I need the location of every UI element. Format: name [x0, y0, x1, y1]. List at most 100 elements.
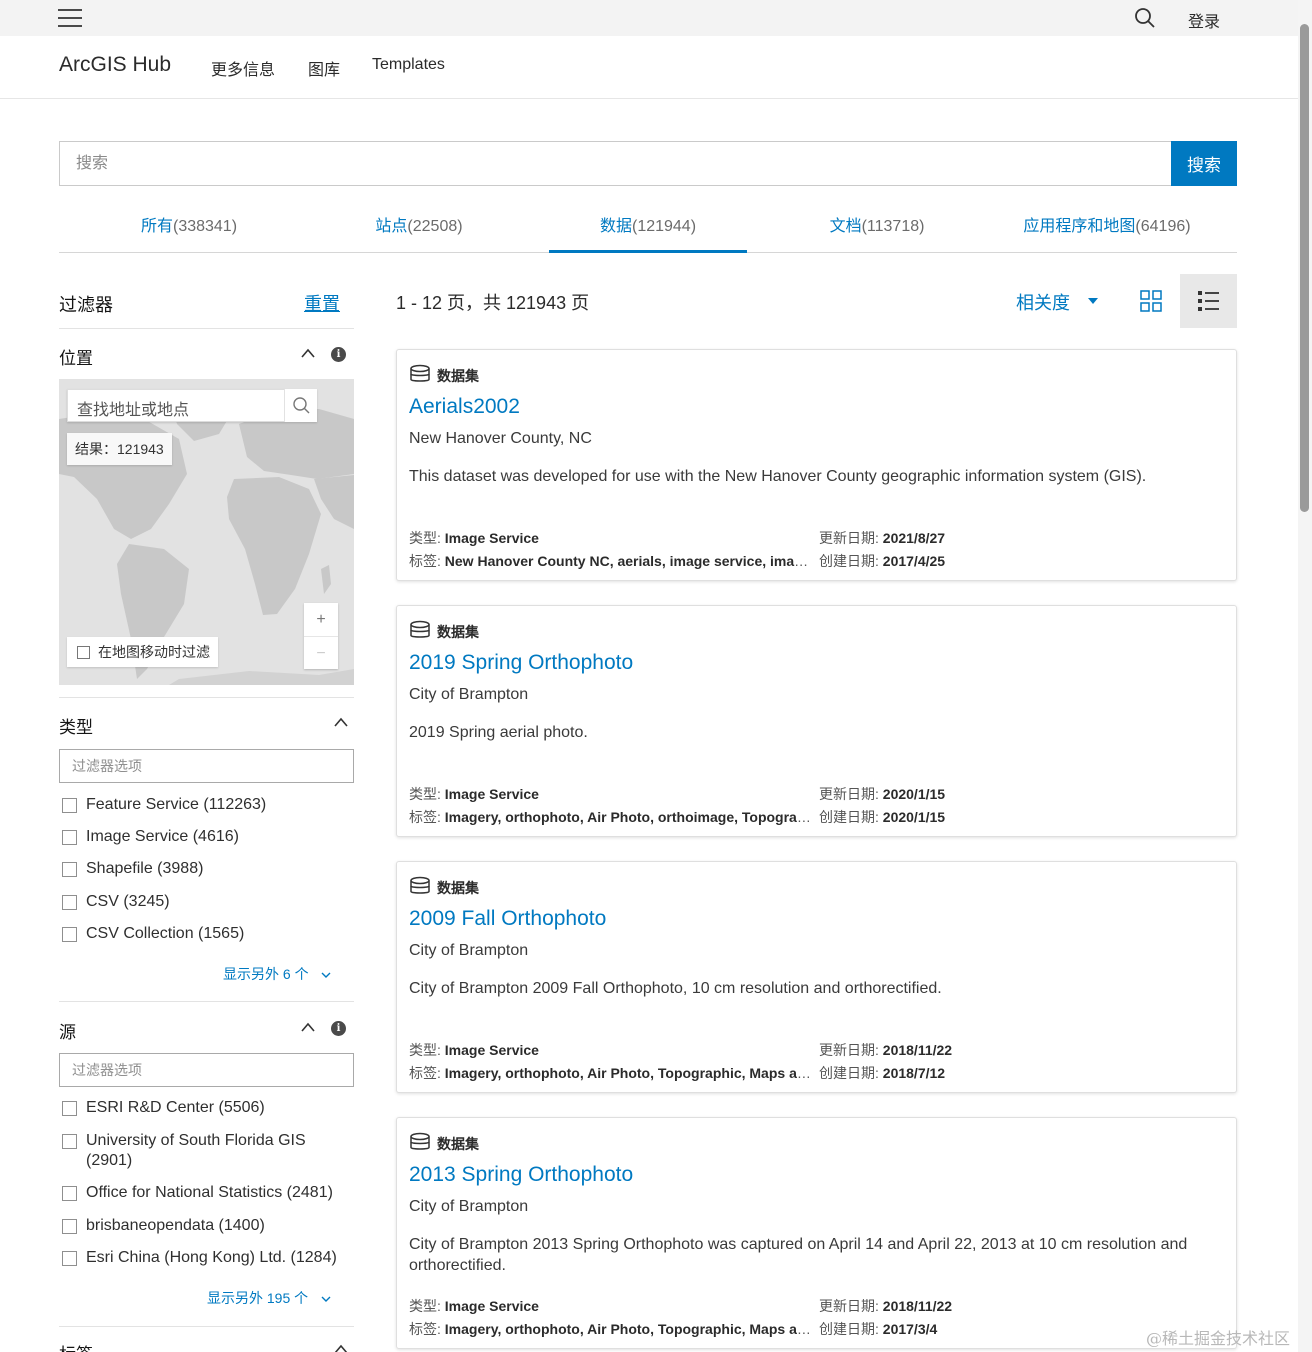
nav-gallery[interactable]: 图库 — [308, 56, 340, 80]
nav-templates[interactable]: Templates — [372, 56, 445, 74]
checkbox[interactable] — [62, 1134, 77, 1149]
caret-down-icon[interactable] — [1088, 298, 1098, 304]
result-card[interactable]: 数据集 Aerials2002 New Hanover County, NC T… — [396, 349, 1237, 581]
section-divider — [59, 1326, 354, 1327]
checkbox[interactable] — [62, 1186, 77, 1201]
section-divider — [59, 697, 354, 698]
chevron-up-icon[interactable] — [334, 1344, 348, 1352]
result-description: City of Brampton 2013 Spring Orthophoto … — [409, 1236, 1188, 1274]
search-icon[interactable] — [1134, 7, 1156, 29]
result-owner: City of Brampton — [409, 1198, 529, 1215]
map-search-button[interactable] — [284, 389, 317, 422]
checkbox[interactable] — [62, 895, 77, 910]
search-icon — [293, 397, 310, 414]
map-zoom-controls: + − — [304, 603, 338, 669]
chevron-down-icon — [321, 1296, 331, 1302]
checkbox[interactable] — [62, 1251, 77, 1266]
type-section-title: 类型 — [59, 718, 93, 737]
watermark-text: @稀土掘金技术社区 — [1146, 1329, 1291, 1348]
result-type-meta: 类型: Image Service — [409, 1042, 539, 1058]
chevron-up-icon[interactable] — [301, 1022, 315, 1032]
category-tabs: 所有(338341) 站点(22508) 数据(121944) 文档(11371… — [59, 205, 1237, 253]
map-results-count: 结果：121943 — [67, 433, 172, 465]
database-icon — [410, 364, 430, 382]
result-tags-meta: 标签: Imagery, orthophoto, Air Photo, orth… — [409, 809, 815, 825]
result-created-meta: 创建日期: 2018/7/12 — [819, 1065, 946, 1081]
zoom-out-button[interactable]: − — [304, 636, 338, 669]
filters-title: 过滤器 — [59, 295, 113, 315]
results-summary: 1 - 12 页，共 121943 页 — [396, 293, 590, 313]
grid-view-button[interactable] — [1124, 274, 1178, 328]
result-title-link[interactable]: Aerials2002 — [409, 395, 520, 419]
result-tags-meta: 标签: New Hanover County NC, aerials, imag… — [409, 553, 815, 569]
result-type-meta: 类型: Image Service — [409, 530, 539, 546]
top-utility-bar: 登录 — [0, 0, 1298, 36]
checkbox[interactable] — [62, 862, 77, 877]
menu-icon[interactable] — [58, 7, 82, 29]
grid-icon — [1140, 290, 1162, 312]
checkbox[interactable] — [77, 646, 90, 659]
database-icon — [410, 1132, 430, 1150]
map-move-filter-toggle[interactable]: 在地图移动时过滤 — [67, 637, 218, 667]
reset-filters-link[interactable]: 重置 — [304, 290, 340, 316]
source-section-title: 源 — [59, 1023, 76, 1042]
result-created-meta: 创建日期: 2017/4/25 — [819, 553, 946, 569]
result-owner: City of Brampton — [409, 942, 529, 959]
nav-more-info[interactable]: 更多信息 — [211, 56, 275, 80]
type-filter-input[interactable] — [59, 749, 354, 783]
result-created-meta: 创建日期: 2017/3/4 — [819, 1321, 938, 1337]
checkbox[interactable] — [62, 1101, 77, 1116]
tab-data[interactable]: 数据(121944) — [549, 205, 747, 253]
source-show-more-link[interactable]: 显示另外 195 个 — [207, 1288, 332, 1308]
result-updated-meta: 更新日期: 2018/11/22 — [819, 1042, 953, 1058]
tab-sites[interactable]: 站点(22508) — [329, 205, 509, 253]
checkbox[interactable] — [62, 1219, 77, 1234]
main-search-input[interactable] — [59, 141, 1172, 186]
result-owner: New Hanover County, NC — [409, 430, 592, 447]
checkbox[interactable] — [62, 798, 77, 813]
result-tags-meta: 标签: Imagery, orthophoto, Air Photo, Topo… — [409, 1321, 815, 1337]
brand-title[interactable]: ArcGIS Hub — [59, 53, 171, 77]
result-owner: City of Brampton — [409, 686, 529, 703]
result-card[interactable]: 数据集 2019 Spring Orthophoto City of Bramp… — [396, 605, 1237, 837]
location-section-title: 位置 — [59, 349, 93, 368]
result-updated-meta: 更新日期: 2020/1/15 — [819, 786, 946, 802]
checkbox[interactable] — [62, 830, 77, 845]
result-created-meta: 创建日期: 2020/1/15 — [819, 809, 946, 825]
result-type-meta: 类型: Image Service — [409, 786, 539, 802]
tags-section-title: 标签 — [59, 1340, 93, 1352]
result-description: City of Brampton 2009 Fall Orthophoto, 1… — [409, 980, 942, 997]
result-updated-meta: 更新日期: 2021/8/27 — [819, 530, 946, 546]
result-card[interactable]: 数据集 2009 Fall Orthophoto City of Brampto… — [396, 861, 1237, 1093]
result-title-link[interactable]: 2019 Spring Orthophoto — [409, 651, 633, 675]
chevron-up-icon[interactable] — [334, 717, 348, 727]
checkbox[interactable] — [62, 927, 77, 942]
search-button[interactable]: 搜索 — [1171, 141, 1237, 186]
location-map[interactable]: 查找地址或地点 结果：121943 + − 在地图移动时过滤 — [59, 379, 354, 685]
result-description: 2019 Spring aerial photo. — [409, 724, 588, 741]
tab-all[interactable]: 所有(338341) — [99, 205, 279, 253]
chevron-down-icon — [321, 972, 331, 978]
result-card[interactable]: 数据集 2013 Spring Orthophoto City of Bramp… — [396, 1117, 1237, 1349]
info-icon[interactable]: i — [331, 347, 346, 362]
section-divider — [59, 1001, 354, 1002]
site-header: ArcGIS Hub 更多信息 图库 Templates — [0, 36, 1298, 99]
zoom-in-button[interactable]: + — [304, 603, 338, 636]
map-search-input[interactable]: 查找地址或地点 — [67, 389, 317, 422]
tab-apps-maps[interactable]: 应用程序和地图(64196) — [1009, 205, 1205, 253]
list-view-button[interactable] — [1180, 274, 1237, 328]
source-filter-input[interactable] — [59, 1053, 354, 1087]
filters-header: 过滤器 重置 — [59, 289, 354, 329]
sort-dropdown[interactable]: 相关度 — [1016, 289, 1070, 315]
result-updated-meta: 更新日期: 2018/11/22 — [819, 1298, 953, 1314]
chevron-up-icon[interactable] — [301, 348, 315, 358]
result-title-link[interactable]: 2009 Fall Orthophoto — [409, 907, 606, 931]
page-scrollbar-thumb[interactable] — [1300, 24, 1309, 512]
type-show-more-link[interactable]: 显示另外 6 个 — [223, 964, 332, 984]
result-tags-meta: 标签: Imagery, orthophoto, Air Photo, Topo… — [409, 1065, 815, 1081]
result-title-link[interactable]: 2013 Spring Orthophoto — [409, 1163, 633, 1187]
result-type-meta: 类型: Image Service — [409, 1298, 539, 1314]
login-link[interactable]: 登录 — [1188, 8, 1220, 32]
tab-documents[interactable]: 文档(113718) — [787, 205, 967, 253]
info-icon[interactable]: i — [331, 1021, 346, 1036]
